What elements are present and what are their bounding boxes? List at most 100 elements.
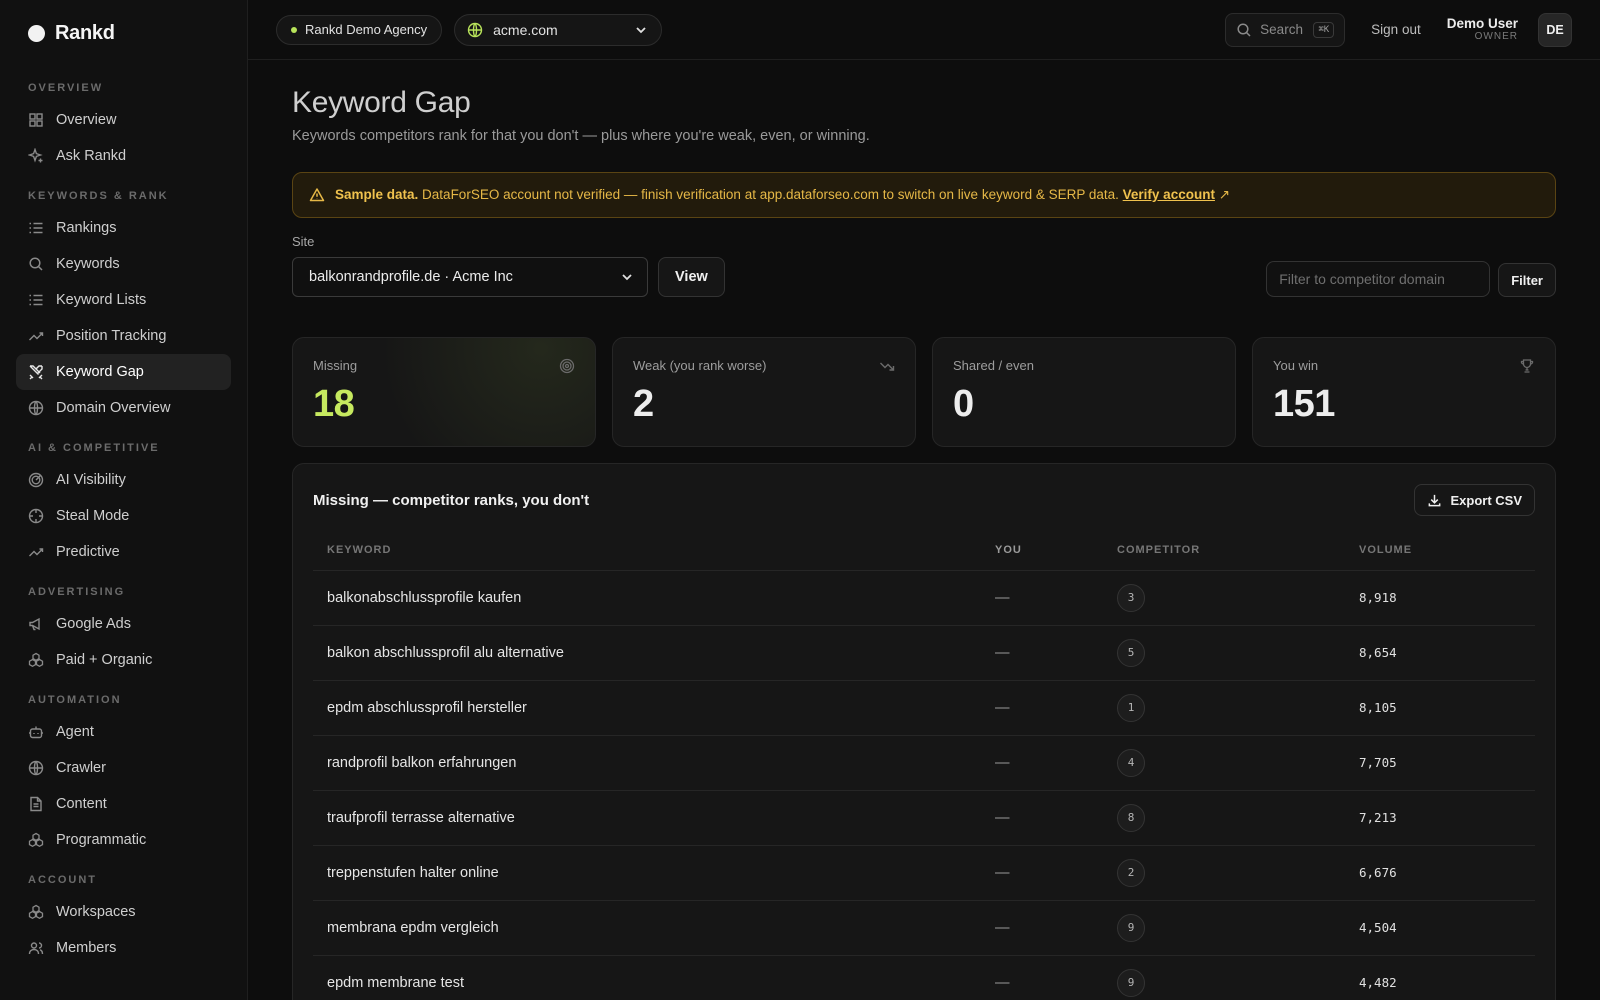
sidebar-item-label: Keyword Lists (56, 292, 147, 308)
page-content: Keyword Gap Keywords competitors rank fo… (248, 60, 1600, 1000)
sidebar-item-steal-mode[interactable]: Steal Mode (16, 498, 231, 534)
you-rank-cell: — (995, 790, 1117, 846)
sidebar-item-label: Position Tracking (56, 328, 167, 344)
sidebar-item-label: Agent (56, 724, 94, 740)
table-row[interactable]: treppenstufen halter online —2 6,676 (313, 845, 1535, 901)
filters-bar: Site balkonrandprofile.de · Acme Inc Vie… (292, 234, 1556, 297)
table-title: Missing — competitor ranks, you don't (313, 491, 590, 509)
site-value: balkonrandprofile.de · Acme Inc (309, 269, 513, 285)
stat-label: Weak (you rank worse) (633, 358, 767, 373)
column-header-competitor[interactable]: COMPETITOR (1117, 530, 1359, 571)
stat-card-win[interactable]: You win 151 (1252, 337, 1556, 447)
trend-up-icon (28, 544, 44, 560)
column-header-you[interactable]: YOU (995, 530, 1117, 571)
table-row[interactable]: balkonabschlussprofile kaufen —3 8,918 (313, 570, 1535, 626)
status-dot-icon (291, 26, 297, 33)
sidebar-item-label: Keywords (56, 256, 120, 272)
sidebar-item-workspaces[interactable]: Workspaces (16, 894, 231, 930)
sidebar-item-keyword-gap[interactable]: Keyword Gap (16, 354, 231, 390)
sidebar-item-label: Steal Mode (56, 508, 130, 524)
sidebar-item-paid-organic[interactable]: Paid + Organic (16, 642, 231, 678)
filter-button[interactable]: Filter (1498, 263, 1556, 297)
stat-value: 2 (633, 383, 654, 425)
competitor-rank-cell: 4 (1117, 735, 1359, 791)
nav-section: AUTOMATION Agent Crawler Content Programmati… (16, 694, 231, 858)
page-subtitle: Keywords competitors rank for that you d… (292, 128, 870, 144)
warning-icon (309, 187, 325, 203)
stat-value: 0 (953, 383, 974, 425)
list-icon (28, 220, 44, 236)
keyword-cell: epdm membrane test (313, 955, 995, 1000)
sidebar-item-label: Programmatic (56, 832, 147, 848)
trophy-icon (1519, 358, 1535, 374)
alert-text: Sample data. DataForSEO account not veri… (335, 187, 1230, 203)
stat-card-shared[interactable]: Shared / even 0 (932, 337, 1236, 447)
sidebar-item-ask-rankd[interactable]: Ask Rankd (16, 138, 231, 174)
sidebar-item-label: Content (56, 796, 107, 812)
brand-logo-icon (28, 24, 45, 42)
boxes-icon (28, 832, 44, 848)
main: Rankd Demo Agency acme.com Search ⌘K Sig… (248, 0, 1600, 1000)
stat-label: Shared / even (953, 358, 1034, 373)
sidebar-item-label: Rankings (56, 220, 117, 236)
page-title: Keyword Gap (292, 86, 471, 119)
sidebar-item-ai-visibility[interactable]: AI Visibility (16, 462, 231, 498)
bot-icon (28, 724, 44, 740)
sidebar-item-content[interactable]: Content (16, 786, 231, 822)
list-icon (28, 292, 44, 308)
sidebar-item-keywords[interactable]: Keywords (16, 246, 231, 282)
rank-badge: 9 (1117, 913, 1145, 942)
brand[interactable]: Rankd (16, 0, 231, 66)
verify-account-link[interactable]: Verify account (1123, 187, 1215, 202)
sidebar-item-programmatic[interactable]: Programmatic (16, 822, 231, 858)
stat-card-weak[interactable]: Weak (you rank worse) 2 (612, 337, 916, 447)
sidebar-nav: OVERVIEW Overview Ask Rankd KEYWORDS & RANK… (16, 82, 231, 966)
sidebar-item-members[interactable]: Members (16, 930, 231, 966)
competitor-filter-input[interactable] (1266, 261, 1491, 297)
search-shortcut: ⌘K (1313, 21, 1335, 38)
radar-icon (28, 472, 44, 488)
sidebar-item-google-ads[interactable]: Google Ads (16, 606, 231, 642)
column-header-volume[interactable]: VOLUME (1359, 530, 1535, 571)
stat-card-missing[interactable]: Missing 18 (292, 337, 596, 447)
table-row[interactable]: randprofil balkon erfahrungen —4 7,705 (313, 735, 1535, 791)
sidebar-item-label: Google Ads (56, 616, 131, 632)
download-icon (1427, 493, 1442, 508)
sidebar-item-keyword-lists[interactable]: Keyword Lists (16, 282, 231, 318)
sidebar-item-predictive[interactable]: Predictive (16, 534, 231, 570)
domain-selector[interactable]: acme.com (454, 13, 663, 46)
sidebar-item-domain-overview[interactable]: Domain Overview (16, 390, 231, 426)
search-button[interactable]: Search ⌘K (1225, 12, 1346, 47)
user-role: OWNER (1474, 31, 1518, 43)
avatar[interactable]: DE (1538, 12, 1572, 47)
rank-badge: 3 (1117, 583, 1145, 612)
table-row[interactable]: epdm membrane test —9 4,482 (313, 955, 1535, 1000)
sign-out-link[interactable]: Sign out (1371, 22, 1421, 37)
site-select[interactable]: balkonrandprofile.de · Acme Inc (292, 257, 648, 297)
sidebar-item-rankings[interactable]: Rankings (16, 210, 231, 246)
export-csv-button[interactable]: Export CSV (1414, 484, 1535, 516)
sidebar-item-label: Crawler (56, 760, 106, 776)
chevron-down-icon (619, 269, 635, 285)
sidebar-item-position-tracking[interactable]: Position Tracking (16, 318, 231, 354)
nav-section-heading: AUTOMATION (28, 694, 122, 706)
volume-cell: 8,918 (1359, 570, 1535, 626)
sidebar-item-overview[interactable]: Overview (16, 102, 231, 138)
rank-badge: 8 (1117, 803, 1145, 832)
globe-icon (467, 22, 483, 38)
sidebar-item-crawler[interactable]: Crawler (16, 750, 231, 786)
sidebar-item-label: Overview (56, 112, 117, 128)
table-row[interactable]: membrana epdm vergleich —9 4,504 (313, 900, 1535, 956)
table-row[interactable]: traufprofil terrasse alternative —8 7,213 (313, 790, 1535, 846)
view-button[interactable]: View (658, 257, 725, 297)
column-header-keyword[interactable]: KEYWORD (313, 530, 995, 571)
stat-value: 18 (313, 383, 355, 425)
table-row[interactable]: balkon abschlussprofil alu alternative —5… (313, 625, 1535, 681)
stats-row: Missing 18 Weak (you rank worse) 2 Share… (292, 337, 1556, 447)
user-name: Demo User (1446, 15, 1518, 31)
table-row[interactable]: epdm abschlussprofil hersteller —1 8,105 (313, 680, 1535, 736)
keywords-table: KEYWORD YOU COMPETITOR VOLUME balkonabsc… (313, 530, 1535, 1000)
agency-switcher[interactable]: Rankd Demo Agency (276, 14, 443, 45)
competitor-rank-cell: 9 (1117, 955, 1359, 1000)
sidebar-item-agent[interactable]: Agent (16, 714, 231, 750)
